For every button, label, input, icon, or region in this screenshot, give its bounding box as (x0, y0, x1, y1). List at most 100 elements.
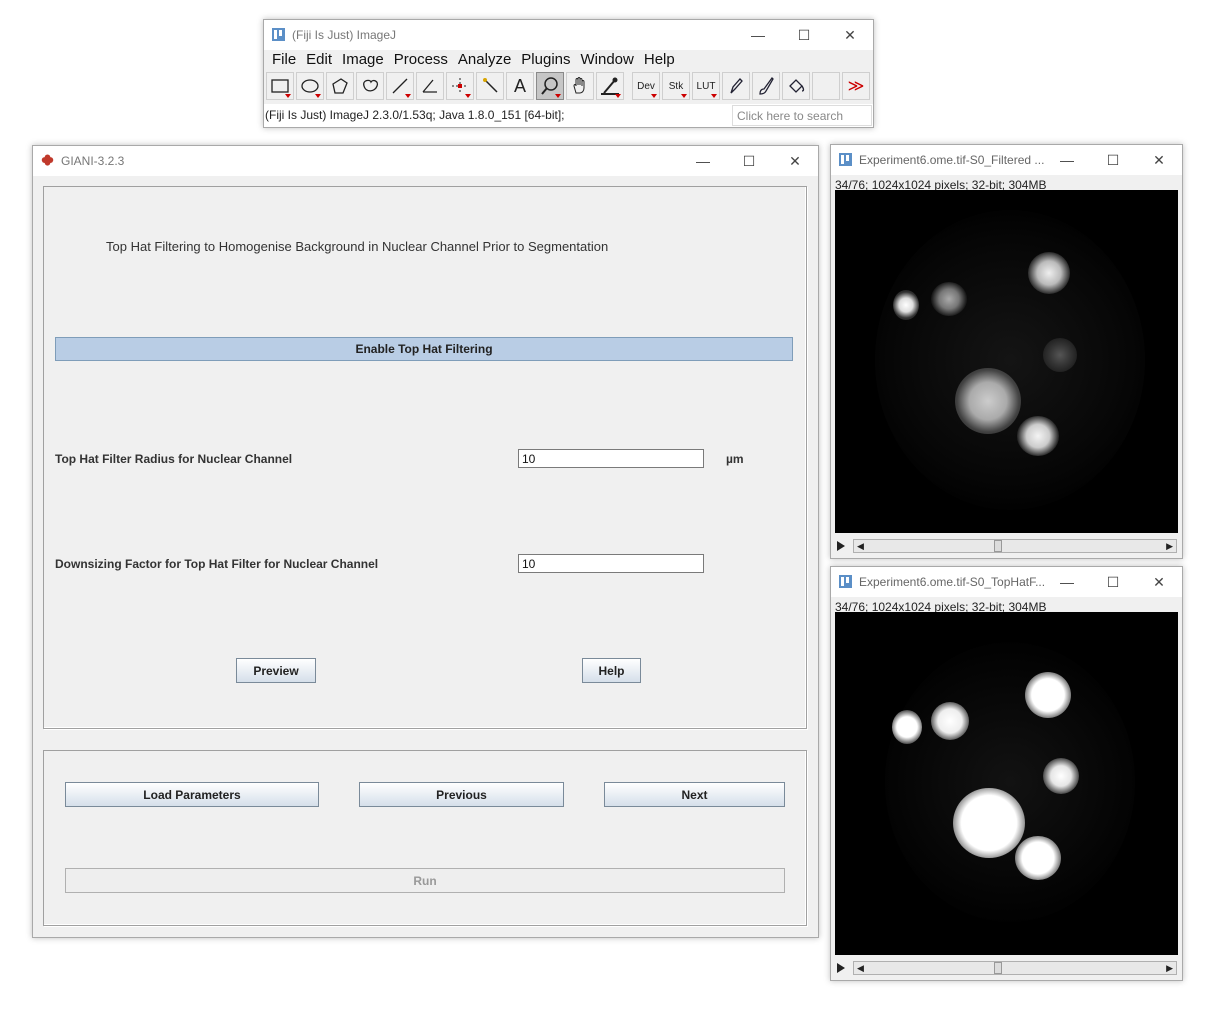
giani-window: GIANI-3.2.3 — ☐ ✕ Top Hat Filtering to H… (32, 145, 819, 938)
status-bar: (Fiji Is Just) ImageJ 2.3.0/1.53q; Java … (264, 104, 873, 127)
scroll-thumb[interactable] (994, 962, 1002, 974)
module-heading: Top Hat Filtering to Homogenise Backgrou… (106, 239, 609, 254)
freehand-tool[interactable] (356, 72, 384, 100)
more-tools-icon: ≫ (847, 78, 865, 95)
previous-button[interactable]: Previous (359, 782, 564, 807)
scroll-thumb[interactable] (994, 540, 1002, 552)
oval-tool[interactable] (296, 72, 324, 100)
scroll-right-icon[interactable]: ▶ (1166, 541, 1173, 552)
menu-plugins[interactable]: Plugins (516, 50, 575, 72)
giani-title-bar[interactable]: GIANI-3.2.3 — ☐ ✕ (33, 146, 818, 176)
close-icon[interactable]: ✕ (1136, 567, 1182, 597)
radius-unit: µm (726, 452, 744, 466)
image-title-bar[interactable]: Experiment6.ome.tif-S0_Filtered ... — ☐ … (831, 145, 1182, 175)
scroll-left-icon[interactable]: ◀ (857, 541, 864, 552)
menu-window[interactable]: Window (576, 50, 639, 72)
text-icon: A (513, 75, 526, 96)
stack-scrollbar[interactable]: ◀ ▶ (853, 539, 1177, 553)
line-icon (392, 78, 408, 94)
image-title-bar[interactable]: Experiment6.ome.tif-S0_TopHatF... — ☐ ✕ (831, 567, 1182, 597)
downsize-label: Downsizing Factor for Top Hat Filter for… (55, 557, 379, 571)
nucleus-blob (955, 368, 1021, 434)
point-tool[interactable] (446, 72, 474, 100)
wand-icon (483, 78, 498, 93)
giani-logo-icon (41, 154, 54, 166)
menu-image[interactable]: Image (337, 50, 389, 72)
rectangle-tool[interactable] (266, 72, 294, 100)
angle-tool[interactable] (416, 72, 444, 100)
menu-help[interactable]: Help (639, 50, 680, 72)
menu-edit[interactable]: Edit (301, 50, 337, 72)
play-icon[interactable] (837, 541, 845, 551)
close-icon[interactable]: ✕ (1136, 145, 1182, 175)
downsize-input[interactable]: 10 (518, 554, 704, 573)
next-button[interactable]: Next (604, 782, 785, 807)
window-title: Experiment6.ome.tif-S0_TopHatF... (859, 575, 1046, 589)
scroll-left-icon[interactable]: ◀ (857, 963, 864, 974)
angle-icon (422, 79, 437, 93)
minimize-icon[interactable]: — (735, 20, 781, 50)
brush-tool[interactable] (752, 72, 780, 100)
radius-input[interactable]: 10 (518, 449, 704, 468)
minimize-icon[interactable]: — (1044, 145, 1090, 175)
nucleus-blob (875, 210, 1145, 510)
preview-button[interactable]: Preview (236, 658, 316, 683)
oval-icon (301, 79, 319, 93)
lut-label: LUT (696, 80, 716, 92)
color-picker-tool[interactable] (596, 72, 624, 100)
image-canvas[interactable] (835, 190, 1178, 533)
nucleus-blob (1017, 416, 1059, 456)
menu-process[interactable]: Process (389, 50, 453, 72)
stk-tool-menu[interactable]: Stk (662, 72, 690, 100)
load-parameters-button[interactable]: Load Parameters (65, 782, 319, 807)
help-button[interactable]: Help (582, 658, 641, 683)
text-tool[interactable]: A (506, 72, 534, 100)
minimize-icon[interactable]: — (1044, 567, 1090, 597)
maximize-icon[interactable]: ☐ (1090, 567, 1136, 597)
play-icon[interactable] (837, 963, 845, 973)
magnifier-tool[interactable] (536, 72, 564, 100)
point-icon (452, 78, 468, 94)
lut-tool-menu[interactable]: LUT (692, 72, 720, 100)
menu-file[interactable]: File (267, 50, 301, 72)
nucleus-blob (885, 642, 1135, 922)
status-text: (Fiji Is Just) ImageJ 2.3.0/1.53q; Java … (265, 108, 565, 122)
nucleus-blob (1043, 338, 1077, 372)
maximize-icon[interactable]: ☐ (1090, 145, 1136, 175)
fiji-main-window: (Fiji Is Just) ImageJ — ☐ ✕ File Edit Im… (263, 19, 874, 128)
search-field[interactable]: Click here to search (732, 105, 872, 126)
hand-tool[interactable] (566, 72, 594, 100)
maximize-icon[interactable]: ☐ (781, 20, 827, 50)
window-title: Experiment6.ome.tif-S0_Filtered ... (859, 153, 1045, 167)
menu-bar: File Edit Image Process Analyze Plugins … (264, 50, 873, 72)
nucleus-blob (931, 702, 969, 740)
close-icon[interactable]: ✕ (772, 146, 818, 176)
minimize-icon[interactable]: — (680, 146, 726, 176)
stack-scrollbar[interactable]: ◀ ▶ (853, 961, 1177, 975)
maximize-icon[interactable]: ☐ (726, 146, 772, 176)
run-button[interactable]: Run (65, 868, 785, 893)
polygon-icon (332, 78, 348, 94)
enable-top-hat-toggle[interactable]: Enable Top Hat Filtering (55, 337, 793, 361)
stack-slider-row: ◀ ▶ (835, 538, 1178, 554)
menu-analyze[interactable]: Analyze (453, 50, 516, 72)
line-tool[interactable] (386, 72, 414, 100)
tool-bar: A Dev Stk LUT ≫ (264, 72, 873, 102)
fiji-title-bar[interactable]: (Fiji Is Just) ImageJ — ☐ ✕ (264, 20, 873, 50)
window-title: GIANI-3.2.3 (61, 154, 125, 168)
nucleus-blob (1043, 758, 1079, 794)
flood-fill-tool[interactable] (782, 72, 810, 100)
wand-tool[interactable] (476, 72, 504, 100)
brush-icon (759, 77, 774, 95)
dev-tool-menu[interactable]: Dev (632, 72, 660, 100)
pencil-tool[interactable] (722, 72, 750, 100)
nucleus-blob (1025, 672, 1071, 718)
polygon-tool[interactable] (326, 72, 354, 100)
close-icon[interactable]: ✕ (827, 20, 873, 50)
more-tools-button[interactable]: ≫ (842, 72, 870, 100)
freehand-icon (363, 79, 379, 92)
image-canvas[interactable] (835, 612, 1178, 955)
nucleus-blob (1015, 836, 1061, 880)
scroll-right-icon[interactable]: ▶ (1166, 963, 1173, 974)
radius-label: Top Hat Filter Radius for Nuclear Channe… (55, 452, 293, 466)
